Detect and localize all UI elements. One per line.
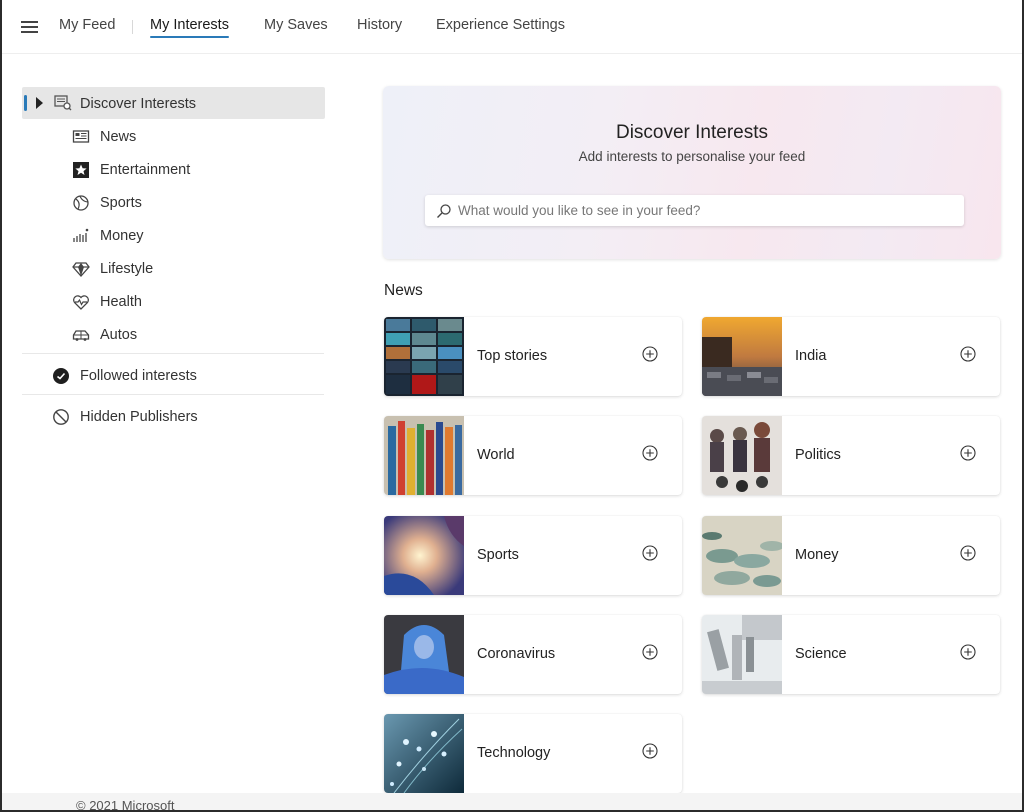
card-label: Sports xyxy=(477,547,519,563)
nav-separator xyxy=(132,20,133,34)
tab-experience-settings[interactable]: Experience Settings xyxy=(436,17,565,33)
sidebar-divider xyxy=(22,394,324,395)
sidebar-item-label: Health xyxy=(100,294,142,310)
card-label: Politics xyxy=(795,447,841,463)
interest-card-money[interactable]: Money xyxy=(702,516,1000,595)
selected-indicator xyxy=(24,95,27,111)
card-thumbnail xyxy=(384,416,464,495)
interest-card-india[interactable]: India xyxy=(702,317,1000,396)
sidebar-item-label: Money xyxy=(100,228,144,244)
sidebar-divider xyxy=(22,353,324,354)
card-label: Money xyxy=(795,547,839,563)
card-label: World xyxy=(477,447,515,463)
block-icon xyxy=(53,409,69,425)
sidebar-item-lifestyle[interactable]: Lifestyle xyxy=(72,257,153,281)
diamond-icon xyxy=(72,262,90,277)
card-thumbnail xyxy=(384,516,464,595)
check-circle-icon xyxy=(53,368,69,384)
tab-my-feed[interactable]: My Feed xyxy=(59,17,115,33)
search-input[interactable] xyxy=(458,203,938,218)
caret-right-icon[interactable] xyxy=(36,97,43,109)
add-circle-icon[interactable] xyxy=(642,743,658,759)
newspaper-icon xyxy=(72,130,90,143)
sidebar-item-autos[interactable]: Autos xyxy=(72,323,137,347)
sidebar-item-label: Discover Interests xyxy=(80,96,197,112)
copyright-text: © 2021 Microsoft xyxy=(76,798,175,812)
star-icon xyxy=(73,162,89,178)
hero-title: Discover Interests xyxy=(615,122,769,143)
card-thumbnail xyxy=(702,516,782,595)
card-label: Top stories xyxy=(477,348,548,364)
top-navigation: My Feed My Interests My Saves History Ex… xyxy=(2,0,1022,54)
card-label: Technology xyxy=(477,745,551,761)
interest-card-politics[interactable]: Politics xyxy=(702,416,1000,495)
add-circle-icon[interactable] xyxy=(960,545,976,561)
interest-card-science[interactable]: Science xyxy=(702,615,1000,694)
sidebar-item-label: Sports xyxy=(100,195,142,211)
add-circle-icon[interactable] xyxy=(960,445,976,461)
add-circle-icon[interactable] xyxy=(642,545,658,561)
car-icon xyxy=(72,330,90,341)
discover-icon xyxy=(54,95,72,111)
chart-icon xyxy=(73,228,89,242)
hamburger-icon[interactable] xyxy=(21,21,38,33)
sidebar-item-hidden-publishers[interactable]: Hidden Publishers xyxy=(52,405,198,429)
sidebar-item-label: Entertainment xyxy=(100,162,191,178)
heart-pulse-icon xyxy=(73,295,89,310)
card-label: Coronavirus xyxy=(477,646,556,662)
sidebar-item-health[interactable]: Health xyxy=(72,290,142,314)
sidebar-item-followed-interests[interactable]: Followed interests xyxy=(52,364,197,388)
search-icon xyxy=(437,203,451,218)
ball-icon xyxy=(73,195,89,211)
sidebar-item-sports[interactable]: Sports xyxy=(72,191,142,215)
card-thumbnail xyxy=(702,615,782,694)
add-circle-icon[interactable] xyxy=(642,445,658,461)
discover-hero: Discover Interests Add interests to pers… xyxy=(383,86,1001,259)
card-thumbnail xyxy=(384,317,464,396)
add-circle-icon[interactable] xyxy=(960,346,976,362)
sidebar-item-label: Hidden Publishers xyxy=(80,409,198,425)
tab-my-saves[interactable]: My Saves xyxy=(264,17,328,33)
add-circle-icon[interactable] xyxy=(642,644,658,660)
sidebar-item-label: News xyxy=(100,129,137,145)
add-circle-icon[interactable] xyxy=(960,644,976,660)
section-title: News xyxy=(384,282,423,299)
sidebar-item-label: Autos xyxy=(100,327,138,343)
sidebar-item-money[interactable]: Money xyxy=(72,224,144,248)
interest-card-sports[interactable]: Sports xyxy=(384,516,682,595)
card-thumbnail xyxy=(702,317,782,396)
sidebar-item-label: Lifestyle xyxy=(100,261,154,277)
sidebar-item-label: Followed interests xyxy=(80,368,197,384)
sidebar: Discover Interests News Entertainment Sp… xyxy=(2,55,342,795)
interest-search-box[interactable] xyxy=(425,195,964,226)
tab-history[interactable]: History xyxy=(357,17,402,33)
sidebar-item-discover-interests[interactable]: Discover Interests xyxy=(22,87,325,119)
interest-card-coronavirus[interactable]: Coronavirus xyxy=(384,615,682,694)
add-circle-icon[interactable] xyxy=(642,346,658,362)
card-label: India xyxy=(795,348,827,364)
interest-card-world[interactable]: World xyxy=(384,416,682,495)
sidebar-item-news[interactable]: News xyxy=(72,125,136,149)
hero-subtitle: Add interests to personalise your feed xyxy=(578,149,806,164)
tab-my-interests[interactable]: My Interests xyxy=(150,17,229,38)
card-thumbnail xyxy=(702,416,782,495)
card-thumbnail xyxy=(384,615,464,694)
card-label: Science xyxy=(795,646,847,662)
sidebar-item-entertainment[interactable]: Entertainment xyxy=(72,158,190,182)
interest-card-top-stories[interactable]: Top stories xyxy=(384,317,682,396)
card-thumbnail xyxy=(384,714,464,793)
interest-card-technology[interactable]: Technology xyxy=(384,714,682,793)
